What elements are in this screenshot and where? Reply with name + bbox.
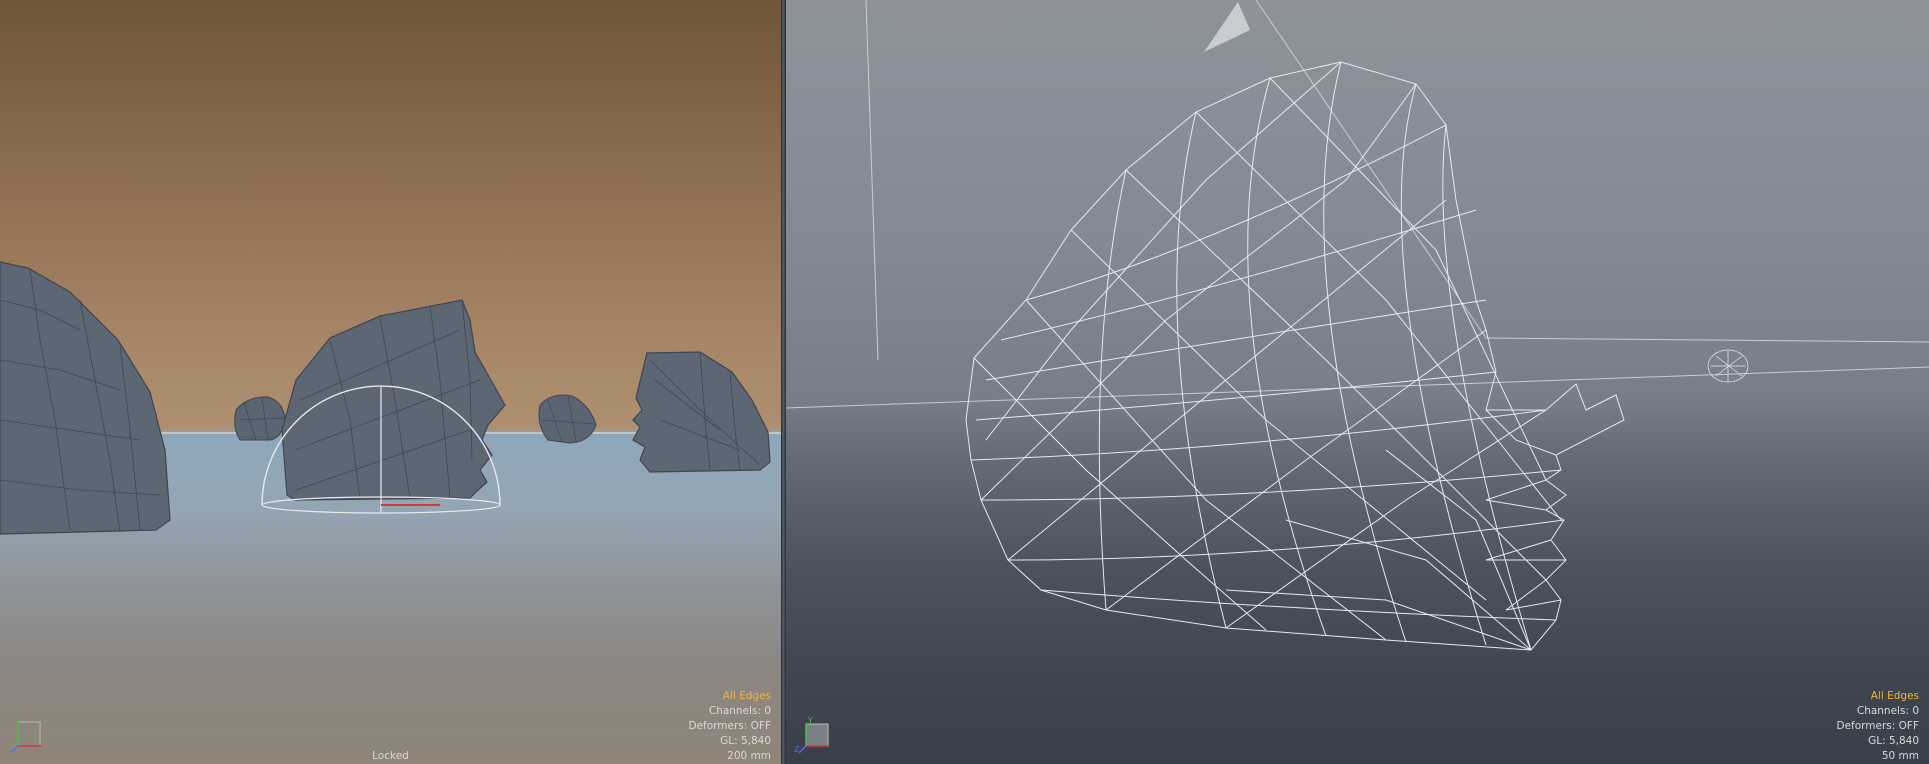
perspective-viewport[interactable]: All Edges Channels: 0 Deformers: OFF GL:… <box>0 0 781 764</box>
rock-mesh-right[interactable] <box>632 351 771 473</box>
grid-scale-readout: 50 mm <box>1881 750 1919 762</box>
rock-mesh-center[interactable] <box>281 299 506 501</box>
wireframe-scene[interactable] <box>786 0 1929 764</box>
channels-readout: Channels: 0 <box>708 705 771 717</box>
axis-gizmo-icon: Y Z <box>794 716 829 754</box>
channels-readout: Channels: 0 <box>1856 705 1919 717</box>
rock-mesh-small-1[interactable] <box>234 396 286 441</box>
wire-rock-small[interactable] <box>1707 349 1749 383</box>
deformers-readout: Deformers: OFF <box>688 720 772 732</box>
gl-poly-count: GL: 5,840 <box>720 735 771 747</box>
wire-rock-head[interactable] <box>965 61 1625 651</box>
perspective-scene[interactable] <box>0 0 781 764</box>
axis-z-label: Z <box>794 745 800 754</box>
modeling-app: All Edges Channels: 0 Deformers: OFF GL:… <box>0 0 1929 764</box>
camera-frustum-line-2 <box>1485 337 1929 343</box>
rock-mesh-small-2[interactable] <box>538 394 597 444</box>
axis-y-label: Y <box>807 716 813 725</box>
camera-icon[interactable] <box>1204 2 1250 52</box>
guide-line <box>865 0 879 361</box>
wireframe-viewport[interactable]: Y Z All Edges Channels: 0 Deformers: OFF… <box>786 0 1929 764</box>
gl-poly-count: GL: 5,840 <box>1868 735 1919 747</box>
viewport-hud: All Edges Channels: 0 Deformers: OFF GL:… <box>1837 689 1920 764</box>
viewport-lock-status: Locked <box>372 750 409 762</box>
ground-line <box>786 366 1929 409</box>
selection-mode-label: All Edges <box>1870 690 1919 702</box>
selection-mode-label: All Edges <box>722 690 771 702</box>
deformers-readout: Deformers: OFF <box>1836 720 1920 732</box>
rock-mesh-left[interactable] <box>0 261 171 535</box>
